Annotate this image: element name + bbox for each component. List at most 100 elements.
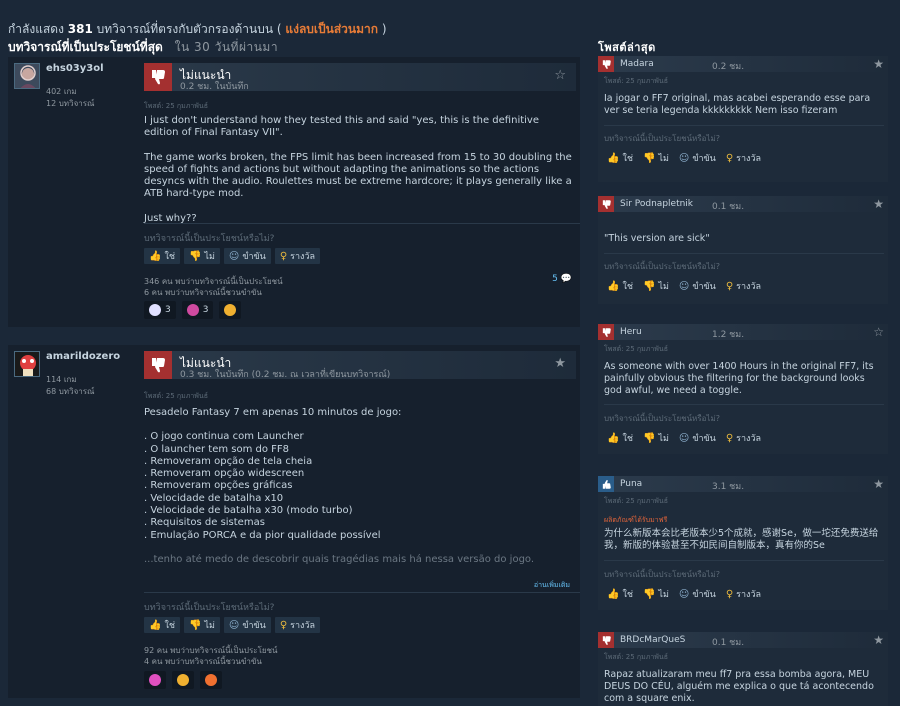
- award-button[interactable]: ♀ รางวัล: [723, 586, 764, 602]
- review-body: I just don't understand how they tested …: [144, 115, 574, 225]
- vote-yes-button[interactable]: 👍 ใช่: [604, 278, 636, 294]
- post-hours: 0.1 ชม.: [712, 202, 745, 212]
- vote-funny-label: ขำขัน: [242, 621, 266, 631]
- vote-no-label: ไม่: [658, 282, 669, 292]
- helpful-question: บทวิจารณ์นี้เป็นประโยชน์หรือไม่?: [604, 570, 720, 579]
- vote-funny-button[interactable]: ☺ ขำขัน: [223, 248, 271, 264]
- vote-no-button[interactable]: 👎 ไม่: [640, 586, 672, 602]
- divider: [604, 125, 884, 126]
- award-icon: ♀: [279, 619, 288, 631]
- review-line: . Emulação PORCA e da pior qualidade pos…: [144, 529, 381, 541]
- award-chip[interactable]: [144, 671, 166, 689]
- comment-icon: 💬: [560, 274, 572, 284]
- award-chip[interactable]: [200, 671, 222, 689]
- review-body: Pesadelo Fantasy 7 em apenas 10 minutos …: [144, 407, 574, 566]
- review-paragraph: I just don't understand how they tested …: [144, 115, 539, 139]
- post-date: โพสต์: 25 กุมภาพันธ์: [604, 77, 668, 85]
- vote-yes-button[interactable]: 👍 ใช่: [604, 430, 636, 446]
- fire-award-icon: [224, 304, 237, 316]
- post-author[interactable]: Puna: [620, 479, 642, 489]
- review-card: amarildozero 114 เกม 68 บทวิจารณ์ ไม่แนะ…: [8, 345, 580, 698]
- showing-close: ): [381, 22, 387, 36]
- post-author[interactable]: Heru: [620, 327, 642, 337]
- review-line: . Requisitos de sistemas: [144, 517, 265, 529]
- funny-count: 4 คน พบว่าบทวิจารณ์นี้ชวนขำขัน: [144, 657, 262, 666]
- vote-funny-button[interactable]: ☺ ขำขัน: [223, 617, 271, 633]
- award-chip[interactable]: 3: [144, 301, 176, 319]
- award-button[interactable]: ♀ รางวัล: [723, 278, 764, 294]
- post-author[interactable]: Sir Podnapletnik: [620, 199, 693, 209]
- avatar[interactable]: [14, 351, 40, 377]
- vote-no-button[interactable]: 👎 ไม่: [640, 150, 672, 166]
- thumbs-down-icon: 👎: [642, 280, 656, 292]
- vote-funny-button[interactable]: ☺ ขำขัน: [676, 150, 719, 166]
- post-hours: 1.2 ชม.: [712, 330, 745, 340]
- thumbs-down-icon: 👎: [642, 152, 656, 164]
- review-paragraph: The game works broken, the FPS limit has…: [144, 151, 572, 200]
- section-title: บทวิจารณ์ที่เป็นประโยชน์ที่สุด: [8, 40, 163, 54]
- vote-no-button[interactable]: 👎 ไม่: [183, 248, 220, 264]
- award-label: รางวัล: [290, 621, 316, 631]
- vote-yes-button[interactable]: 👍 ใช่: [604, 586, 636, 602]
- star-icon[interactable]: ☆: [873, 325, 884, 339]
- award-chip[interactable]: [219, 301, 242, 319]
- vote-yes-button[interactable]: 👍 ใช่: [604, 150, 636, 166]
- reviewer-name[interactable]: ehs03y3ol: [46, 63, 104, 74]
- vote-buttons: 👍 ใช่ 👎 ไม่ ☺ ขำขัน ♀ รางวัล: [604, 430, 764, 446]
- vote-funny-label: ขำขัน: [692, 154, 716, 164]
- comment-count[interactable]: 5 💬: [552, 274, 572, 284]
- vote-yes-button[interactable]: 👍 ใช่: [144, 248, 180, 264]
- reviewer-review-count[interactable]: 68 บทวิจารณ์: [46, 385, 94, 398]
- vote-funny-button[interactable]: ☺ ขำขัน: [676, 430, 719, 446]
- star-icon[interactable]: ★: [873, 197, 884, 211]
- vote-funny-label: ขำขัน: [242, 252, 266, 262]
- vote-funny-button[interactable]: ☺ ขำขัน: [676, 586, 719, 602]
- vote-yes-button[interactable]: 👍 ใช่: [144, 617, 180, 633]
- award-button[interactable]: ♀ รางวัล: [274, 617, 321, 633]
- vote-buttons: 👍 ใช่ 👎 ไม่ ☺ ขำขัน ♀ รางวัล: [144, 248, 321, 264]
- vote-funny-button[interactable]: ☺ ขำขัน: [676, 278, 719, 294]
- vote-no-button[interactable]: 👎 ไม่: [640, 430, 672, 446]
- star-icon[interactable]: ☆: [554, 69, 566, 83]
- posted-date: โพสต์: 25 กุมภาพันธ์: [144, 392, 208, 400]
- vote-yes-label: ใช่: [622, 590, 633, 600]
- reviewer-name[interactable]: amarildozero: [46, 351, 120, 362]
- posted-date: โพสต์: 25 กุมภาพันธ์: [144, 102, 208, 110]
- thumbs-down-icon: 👎: [188, 619, 202, 631]
- post-text: 为什么新版本会比老版本少5个成就，感谢Se，做一坨还免费送给我，新版的体验甚至不…: [604, 528, 879, 552]
- award-chip[interactable]: 3: [181, 301, 214, 319]
- face-award-icon: [205, 674, 217, 686]
- vote-no-button[interactable]: 👎 ไม่: [183, 617, 220, 633]
- star-icon[interactable]: ★: [873, 57, 884, 71]
- vote-no-label: ไม่: [658, 154, 669, 164]
- thumbs-down-icon: 👎: [188, 250, 202, 262]
- thumbs-down-icon: 👎: [642, 588, 656, 600]
- post-author[interactable]: Madara: [620, 59, 654, 69]
- vote-buttons: 👍 ใช่ 👎 ไม่ ☺ ขำขัน ♀ รางวัล: [144, 617, 321, 633]
- award-icon: ♀: [725, 588, 734, 600]
- vote-no-button[interactable]: 👎 ไม่: [640, 278, 672, 294]
- hours-played: 0.2 ชม. ในบันทึก: [180, 82, 249, 92]
- reviewer-review-count[interactable]: 12 บทวิจารณ์: [46, 97, 94, 110]
- post-author[interactable]: BRDcMarQueS: [620, 635, 685, 645]
- smile-icon: ☺: [228, 250, 240, 262]
- read-more-link[interactable]: อ่านเพิ่มเติม: [534, 580, 570, 591]
- free-product-note: ผลิตภัณฑ์ได้รับมาฟรี: [604, 516, 668, 524]
- award-button[interactable]: ♀ รางวัล: [723, 150, 764, 166]
- post-date: โพสต์: 25 กุมภาพันธ์: [604, 653, 668, 661]
- divider: [604, 560, 884, 561]
- award-button[interactable]: ♀ รางวัล: [274, 248, 321, 264]
- award-chip[interactable]: [172, 671, 194, 689]
- star-icon[interactable]: ★: [873, 633, 884, 647]
- avatar[interactable]: [14, 63, 40, 89]
- star-icon[interactable]: ★: [873, 477, 884, 491]
- vote-no-label: ไม่: [204, 252, 215, 262]
- filter-link[interactable]: แง่ลบเป็นส่วนมาก: [285, 22, 378, 36]
- vote-no-label: ไม่: [204, 621, 215, 631]
- award-button[interactable]: ♀ รางวัล: [723, 430, 764, 446]
- heart-award-icon: [149, 304, 161, 316]
- smile-icon: ☺: [678, 152, 690, 164]
- vote-no-label: ไม่: [658, 590, 669, 600]
- vote-yes-label: ใช่: [164, 621, 175, 631]
- star-icon[interactable]: ★: [554, 357, 566, 371]
